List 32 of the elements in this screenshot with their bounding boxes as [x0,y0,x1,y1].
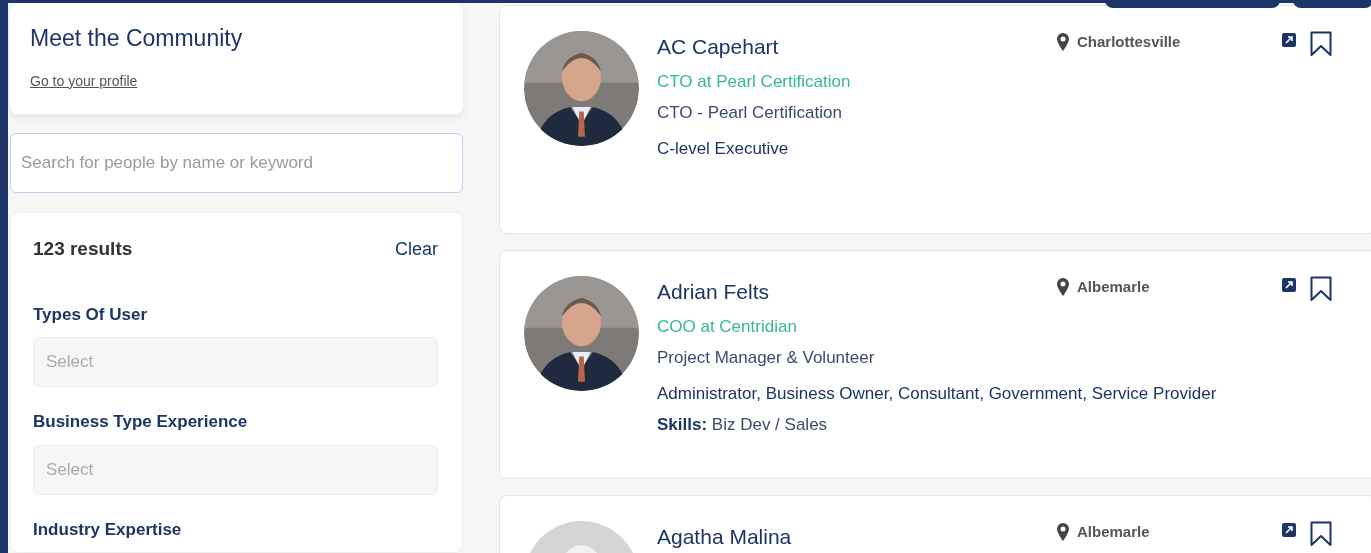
location-pin-icon [1057,33,1069,52]
select-field[interactable]: Select [33,444,438,495]
filter-label: Types Of User [33,303,148,326]
filter-label: Business Type Experience [33,411,249,433]
subtitle-text: Project Manager & Volunteer [657,347,876,369]
select-field[interactable]: Select [33,337,438,387]
location-text: Albemarle [1077,277,1150,297]
subtitle-text: CTO - Pearl Certification [657,102,843,124]
roles-text: Administrator, Business Owner, Consultant, Government, Service Provider [657,382,1218,405]
page-title: Meet the Community [30,25,244,53]
external-link-icon[interactable] [1282,278,1296,292]
bookmark-icon[interactable] [1310,31,1332,57]
external-link-icon[interactable] [1282,33,1296,47]
bookmark-icon[interactable] [1310,521,1332,547]
bookmark-icon[interactable] [1310,276,1332,302]
external-link-icon[interactable] [1282,523,1296,537]
search-field[interactable]: Search for people by name or keyword [10,133,463,193]
roles-text: C-level Executive [657,137,790,160]
person-name[interactable]: Adrian Felts [657,280,770,303]
headline-text: COO at Centridian [657,315,798,338]
person-name[interactable]: AC Capehart [657,35,779,58]
clear-link[interactable]: Clear [395,235,438,263]
skills-text: Skills: Biz Dev / Sales [657,414,829,436]
profile-link[interactable]: Go to your profile [30,72,138,89]
location-text: Charlottesville [1077,32,1181,52]
filter-label: Industry Expertise [33,518,183,541]
results-count: 123 results [33,237,133,261]
location-pin-icon [1057,278,1069,297]
person-name[interactable]: Agatha Malina [657,525,792,548]
location-text: Albemarle [1077,522,1150,542]
location-pin-icon [1057,523,1069,542]
headline-text: CTO at Pearl Certification [657,70,852,93]
